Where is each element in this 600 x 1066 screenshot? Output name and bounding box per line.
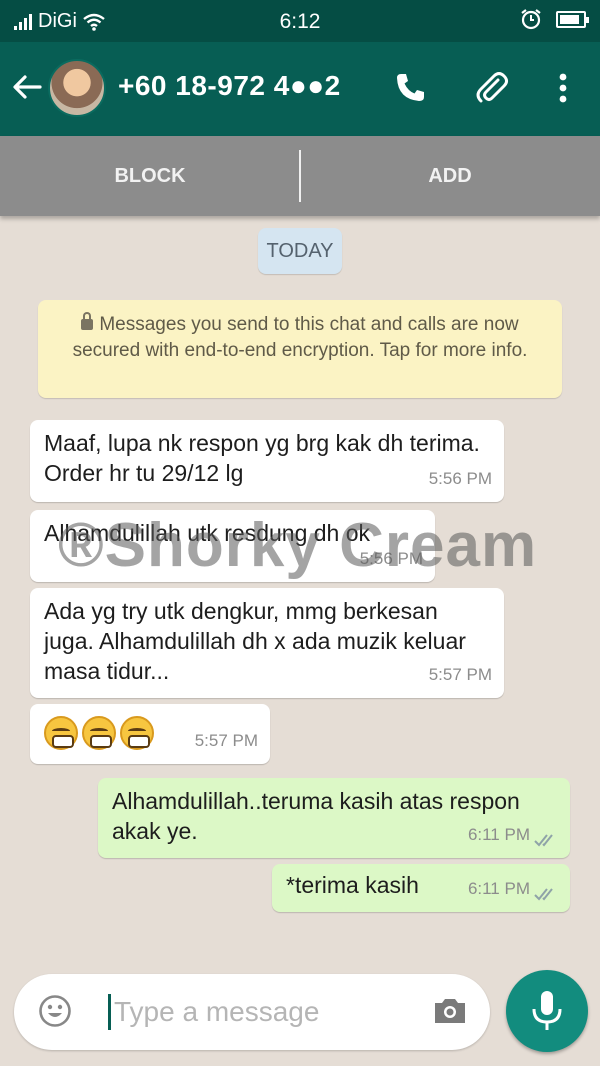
phone-icon[interactable] (392, 70, 428, 106)
message-bubble[interactable]: Ada yg try utk dengkur, mmg berkesan jug… (30, 588, 504, 698)
chat-area[interactable]: TODAY Messages you send to this chat and… (0, 216, 600, 976)
message-bubble[interactable]: 5:57 PM (30, 704, 270, 764)
watermark: ®Shorky Cream (58, 511, 538, 580)
mic-icon (532, 991, 562, 1030)
message-bubble[interactable]: Maaf, lupa nk respon yg brg kak dh terim… (30, 420, 504, 502)
message-composer[interactable]: Type a message (14, 974, 490, 1050)
read-ticks-icon (534, 834, 553, 847)
message-text: Alhamdulillah..teruma kasih atas respon … (112, 788, 520, 844)
message-time: 5:56 PM (428, 469, 492, 488)
contact-action-bar: BLOCK ADD (0, 136, 600, 216)
message-bubble-outgoing[interactable]: *terima kasih 6:11 PM (272, 864, 570, 912)
grimacing-emoji (82, 716, 116, 750)
camera-icon[interactable] (432, 996, 468, 1026)
add-contact-button[interactable]: ADD (300, 136, 600, 216)
grimacing-emoji (120, 716, 154, 750)
message-text: Maaf, lupa nk respon yg brg kak dh terim… (44, 430, 480, 486)
alarm-icon (521, 9, 541, 30)
message-text: *terima kasih (286, 872, 419, 898)
text-caret (108, 994, 111, 1030)
message-text: Ada yg try utk dengkur, mmg berkesan jug… (44, 598, 466, 684)
battery-level (560, 14, 579, 24)
message-time: 5:57 PM (194, 731, 258, 750)
back-arrow-icon[interactable] (10, 70, 44, 104)
contact-avatar[interactable] (48, 59, 106, 117)
status-bar: DiGi 6:12 (0, 0, 600, 42)
date-divider: TODAY (258, 228, 342, 274)
status-time: 6:12 (279, 10, 321, 33)
block-button[interactable]: BLOCK (0, 136, 300, 216)
encryption-notice[interactable]: Messages you send to this chat and calls… (38, 300, 562, 398)
read-ticks-icon (534, 888, 553, 901)
battery-icon (556, 10, 589, 28)
message-bubble-outgoing[interactable]: Alhamdulillah..teruma kasih atas respon … (98, 778, 570, 858)
emoji-icon[interactable] (38, 994, 72, 1028)
chat-header: +60 18-972 4●●2 (0, 42, 600, 136)
message-time: 6:11 PM (467, 825, 530, 844)
action-divider (299, 150, 301, 202)
grimacing-emoji (44, 716, 78, 750)
contact-name[interactable]: +60 18-972 4●●2 (118, 70, 341, 102)
message-time: 6:11 PM (467, 879, 530, 898)
more-vert-icon[interactable] (548, 70, 578, 106)
message-input[interactable]: Type a message (114, 996, 319, 1028)
encryption-text: Messages you send to this chat and calls… (72, 314, 528, 361)
paperclip-icon[interactable] (474, 70, 510, 106)
mic-button[interactable] (506, 970, 588, 1052)
status-right (520, 8, 589, 30)
message-time: 5:57 PM (428, 665, 492, 684)
lock-icon (81, 312, 94, 330)
